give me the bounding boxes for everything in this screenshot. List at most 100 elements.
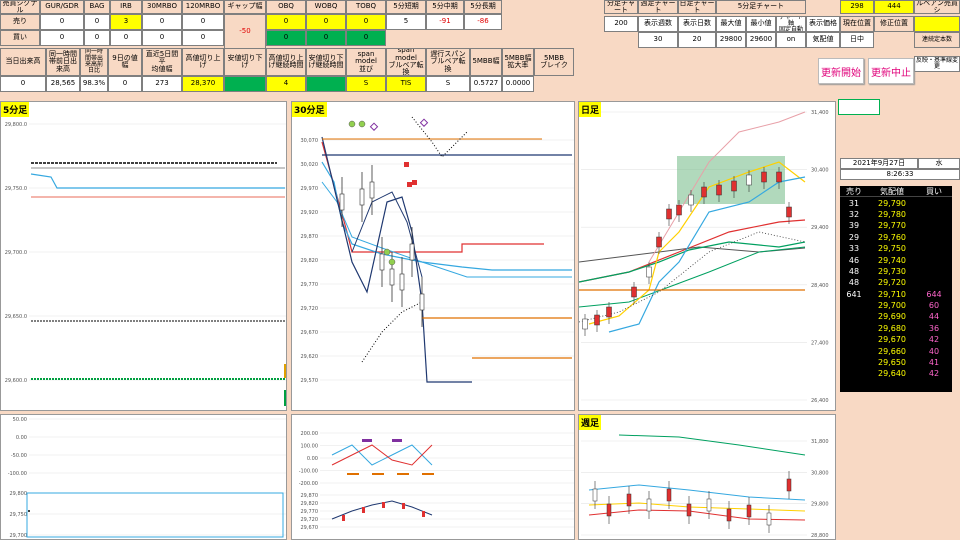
metric-label-volume: 当日出来高	[0, 48, 46, 76]
settings-label-weeks: 表示週数	[638, 16, 678, 32]
signal-square	[412, 180, 417, 185]
col-gap: ギャップ幅	[224, 0, 266, 14]
candle-body	[409, 243, 415, 261]
tick-label: 27,400	[811, 340, 829, 346]
board-price: 29,660	[878, 346, 906, 356]
metric-label-9day: 9日の値幅	[108, 48, 142, 76]
settings-label-max: 最大値	[716, 16, 746, 32]
settings-min-value[interactable]: 200	[604, 16, 638, 32]
sell-tobq: 0	[346, 14, 386, 30]
col-gur-gdr: GUR/GDR	[40, 0, 84, 14]
metric-lagging-bullbear: S	[426, 76, 470, 92]
long5-value: -86	[464, 14, 502, 30]
tick-label: 29,770	[301, 282, 319, 288]
board-buy: 42	[928, 369, 940, 379]
hint-button[interactable]: 反映・基準線変更	[914, 56, 960, 72]
col-wobq: WOBQ	[306, 0, 346, 14]
tick-label: 200.00	[301, 431, 319, 437]
board-row: 29,640 42	[840, 368, 952, 379]
chart-30min: 30,070 30,020 29,970 29,920 29,870 29,820 29,7…	[291, 101, 575, 411]
board-sell: 33	[848, 244, 860, 254]
row-sell-label: 売り	[0, 14, 40, 30]
candle-body	[716, 184, 722, 196]
board-price: 29,640	[878, 369, 906, 379]
tick-label: 29,670	[301, 525, 319, 531]
osc-bar-purple	[362, 439, 372, 442]
metric-span-bullbear: TIS	[386, 76, 426, 92]
metric-label-high-duration: 高値切り上 げ継続時間	[266, 48, 306, 76]
board-sell: 46	[848, 255, 860, 265]
signal-diamond	[419, 118, 429, 127]
board-row: 46 29,740	[840, 254, 952, 265]
board-row: 48 29,720	[840, 277, 952, 288]
update-start-button[interactable]: 更新開始	[818, 58, 864, 84]
board-h-buy: 買い	[926, 186, 942, 196]
status-bullbear-label: ルベアン売買シ	[914, 0, 960, 14]
mini-candle	[382, 502, 385, 508]
buy-30mrbo: 0	[142, 30, 182, 46]
board-sell: 31	[848, 198, 860, 208]
candle-body	[379, 253, 385, 271]
board-rows: 31 29,790 32 29,780 39 29,770 29 29,760 33 29,750…	[840, 197, 952, 379]
osc-bar	[397, 473, 409, 475]
board-row: 32 29,780	[840, 209, 952, 220]
chart-5min-sub-svg: 50.00 0.00 -50.00 -100.00 29,800 29,750 29,700	[8, 417, 286, 539]
board-price: 29,650	[878, 358, 906, 368]
tick-label: -100.00	[8, 471, 27, 477]
col-mid5: 5分中期	[426, 0, 464, 14]
settings-label-axis: チャート軸 固定自動	[776, 16, 806, 32]
candle-body	[369, 181, 375, 199]
sell-gur-gdr: 0	[40, 14, 84, 30]
tick-label: 28,800	[811, 533, 829, 539]
candle-body	[399, 273, 405, 291]
signal-diamond	[369, 122, 379, 131]
settings-h-5min: 5分足チャート	[716, 0, 806, 14]
buy-bag: 0	[84, 30, 110, 46]
board-row: 29,650 41	[840, 357, 952, 368]
col-short5: 5分短期	[386, 0, 426, 14]
settings-display-value[interactable]: 気配値	[806, 32, 840, 48]
col-bag: BAG	[84, 0, 110, 14]
signal-dot	[348, 120, 356, 128]
update-stop-button[interactable]: 更新中止	[868, 58, 914, 84]
sell-obq: 0	[266, 14, 306, 30]
osc-bar	[422, 473, 434, 475]
candle-body	[606, 503, 612, 517]
tick-label: 100.00	[301, 444, 319, 450]
board-row: 29,680 36	[840, 323, 952, 334]
selected-cell[interactable]	[838, 99, 880, 115]
metric-high-duration: 4	[266, 76, 306, 92]
signal-dot	[358, 120, 366, 128]
settings-axis-value[interactable]: on	[776, 32, 806, 48]
chart-30min-sub: 200.00 100.00 0.00 -100.00 -200.00 29,870 29,8…	[291, 414, 575, 540]
buy-tobq: 0	[346, 30, 386, 46]
weekly-yellow	[588, 502, 806, 512]
trend-def-label: 連続定本数	[914, 32, 960, 48]
tick-label: 29,620	[301, 354, 319, 360]
tick-label: -100.00	[299, 469, 318, 475]
fix-position: 444	[874, 0, 914, 14]
signal-dot	[383, 248, 391, 256]
settings-min-price-value[interactable]: 29600	[746, 32, 776, 48]
weekly-cyan	[588, 484, 806, 501]
osc-cyan	[331, 444, 433, 466]
chart-daily-svg: 31,400 30,400 29,400 28,400 27,400 26,400	[579, 110, 829, 404]
tick-label: 50.00	[13, 417, 27, 423]
board-price: 29,780	[878, 209, 906, 219]
cyan-band	[321, 161, 572, 271]
tick-label: 29,800	[10, 491, 28, 497]
chart-30min-title: 30分足	[292, 102, 327, 117]
tick-label: 0.00	[307, 456, 318, 462]
settings-max-value[interactable]: 29800	[716, 32, 746, 48]
candle-body	[656, 236, 662, 248]
settings-days-value[interactable]: 20	[678, 32, 716, 48]
chart-weekly-svg: 31,800 30,800 29,800 28,800	[581, 434, 829, 539]
tick-label: 29,820	[301, 258, 319, 264]
candle-body	[359, 188, 365, 206]
settings-h-week: 週足チャート	[638, 0, 678, 14]
settings-weeks-value[interactable]: 30	[638, 32, 678, 48]
candle-body	[631, 286, 637, 298]
tick-label: 30,020	[301, 162, 319, 168]
date-display: 2021年9月27日	[840, 158, 918, 169]
buy-obq: 0	[266, 30, 306, 46]
